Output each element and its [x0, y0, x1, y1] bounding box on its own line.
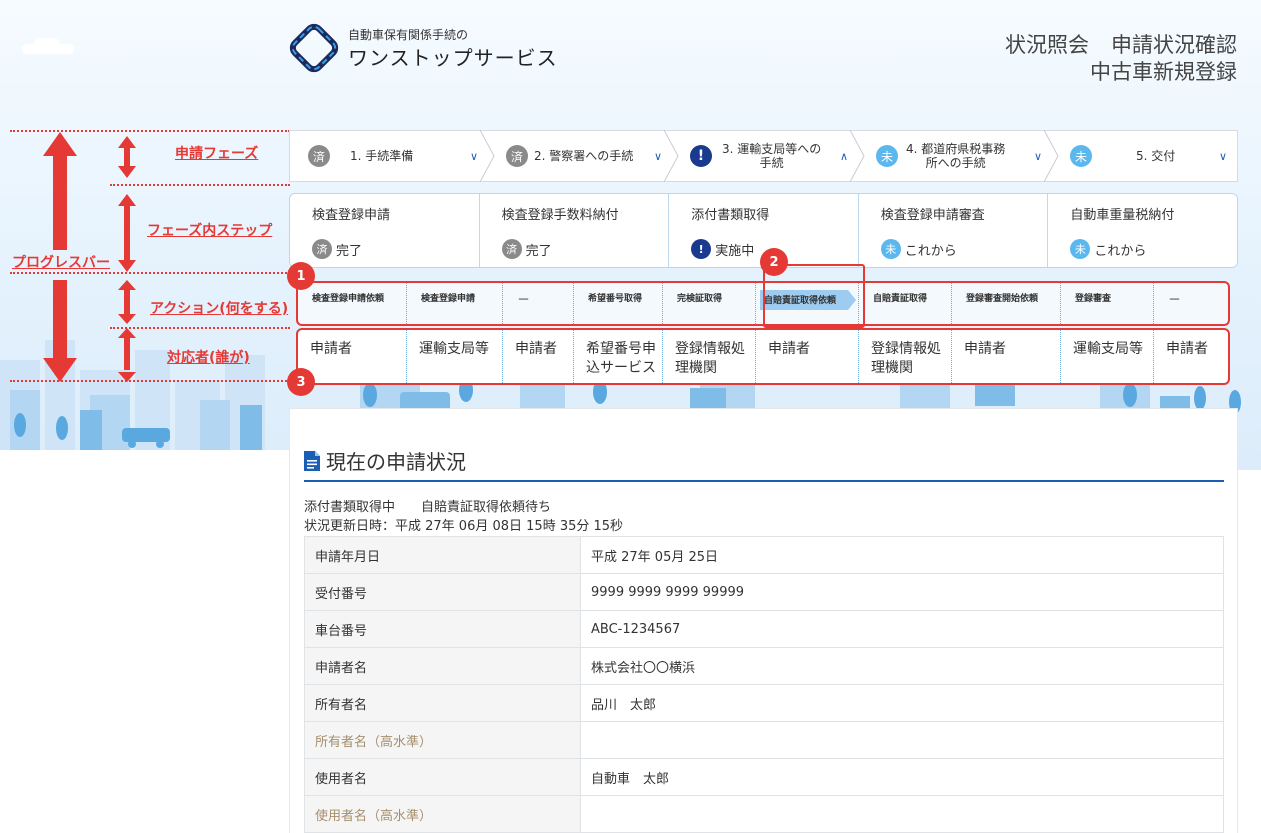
- title-divider: [304, 480, 1224, 482]
- page-title-procedure: 中古車新規登録: [1090, 60, 1237, 84]
- action-cell: 登録審査開始依頼: [952, 283, 1061, 324]
- actor-cell: 申請者: [503, 330, 574, 383]
- done-badge-icon: 済: [501, 239, 522, 259]
- annotation-actor-label: 対応者(誰が): [167, 350, 250, 366]
- actor-cell: 申請者: [1166, 341, 1208, 357]
- logo-title: ワンストップサービス: [348, 46, 558, 70]
- actor-cell: 運輸支局等: [407, 330, 503, 383]
- phase-separator-icon: [1044, 130, 1059, 182]
- action-cell: 登録審査: [1061, 283, 1154, 324]
- chevron-down-icon[interactable]: ∨: [470, 150, 478, 163]
- actor-cell: 申請者: [952, 330, 1061, 383]
- step-item-1: 検査登録申請 済完了: [290, 194, 480, 267]
- phase-label: 3. 運輸支局等への 手続: [722, 142, 822, 170]
- page-title: 状況照会 申請状況確認 中古車新規登録: [1005, 32, 1237, 86]
- annotation-guide-line: [10, 272, 290, 274]
- done-badge-icon: 済: [506, 145, 528, 167]
- annotation-action-label: アクション(何をする): [150, 301, 289, 317]
- table-row: 受付番号 9999 9999 9999 99999: [304, 573, 1224, 611]
- logo-subtitle: 自動車保有関係手続の: [348, 28, 469, 42]
- chevron-down-icon[interactable]: ∨: [1219, 150, 1227, 163]
- done-badge-icon: 済: [308, 145, 330, 167]
- annotation-step-label: フェーズ内ステップ: [147, 223, 273, 239]
- table-row: 使用者名 自動車 太郎: [304, 758, 1224, 796]
- actor-cell: 運輸支局等: [1061, 330, 1154, 383]
- actor-row: 申請者 運輸支局等 申請者 希望番号申 込サービス 登録情報処 理機関 申請者 登録…: [296, 328, 1230, 385]
- action-cell: 検査登録申請依頼: [298, 283, 407, 324]
- phase-item-5[interactable]: 未 5. 交付 ∨: [1052, 131, 1237, 181]
- table-row: 申請年月日 平成 27年 05月 25日: [304, 536, 1224, 574]
- phase-label: 5. 交付: [1136, 149, 1176, 163]
- phase-item-4[interactable]: 未 4. 都道府県税事務 所への手続 ∨: [858, 130, 1059, 182]
- phase-separator-icon: [664, 130, 679, 182]
- actor-cell: 登録情報処 理機関: [859, 330, 952, 383]
- pending-badge-icon: 未: [876, 145, 898, 167]
- page-title-sub: 申請状況確認: [1111, 33, 1237, 57]
- annotation-marker-1: 1: [287, 262, 315, 290]
- annotation-marker-2: 2: [760, 248, 788, 276]
- annotation-progress-label: プログレスバー: [12, 255, 110, 271]
- document-icon: [304, 450, 320, 471]
- phase-bar: 済 1. 手続準備 ∨ 済 2. 警察署への手続 ∨ ! 3. 運輸支局等への手…: [289, 130, 1238, 182]
- phase-label: 4. 都道府県税事務 所への手続: [906, 142, 1006, 170]
- action-cell: 検査登録申請: [407, 283, 503, 324]
- chevron-down-icon[interactable]: ∨: [1034, 150, 1042, 163]
- actor-cell: 登録情報処 理機関: [663, 330, 756, 383]
- actor-cell: 希望番号申 込サービス: [574, 330, 663, 383]
- status-panel-title: 現在の申請状況: [304, 446, 466, 475]
- in-progress-badge-icon: !: [691, 239, 712, 259]
- pending-badge-icon: 未: [1070, 145, 1092, 167]
- pending-badge-icon: 未: [880, 239, 901, 259]
- action-cell: －: [1168, 293, 1182, 308]
- table-row: 申請者名 株式会社〇〇横浜: [304, 647, 1224, 685]
- page-title-main: 状況照会: [1005, 33, 1089, 57]
- annotation-guide-line: [110, 184, 290, 186]
- phase-label: 2. 警察署への手続: [534, 149, 634, 163]
- status-updated-time: 状況更新日時：平成 27年 06月 08日 15時 35分 15秒: [304, 519, 624, 534]
- step-item-5: 自動車重量税納付 未これから: [1048, 194, 1237, 267]
- phase-separator-icon: [850, 130, 865, 182]
- table-row: 所有者名 品川 太郎: [304, 684, 1224, 722]
- actor-cell: 申請者: [298, 330, 407, 383]
- status-panel: 現在の申請状況 添付書類取得中 自賠責証取得依頼待ち 状況更新日時：平成 27年 …: [289, 408, 1238, 833]
- step-item-4: 検査登録申請審査 未これから: [858, 194, 1049, 267]
- table-row: 使用者名（高水準）: [304, 795, 1224, 833]
- in-progress-badge-icon: !: [690, 145, 712, 167]
- table-row: 所有者名（高水準）: [304, 721, 1224, 759]
- done-badge-icon: 済: [312, 239, 332, 259]
- phase-item-3[interactable]: ! 3. 運輸支局等への 手続 ∧: [672, 130, 865, 182]
- phase-label: 1. 手続準備: [350, 149, 414, 163]
- annotation-phase-label: 申請フェーズ: [175, 146, 259, 162]
- chevron-up-icon[interactable]: ∧: [840, 150, 848, 163]
- phase-item-2[interactable]: 済 2. 警察署への手続 ∨: [488, 130, 679, 182]
- table-row: 車台番号 ABC-1234567: [304, 610, 1224, 648]
- annotation-guide-line: [10, 130, 290, 132]
- cloud-decoration: [34, 38, 60, 50]
- action-cell: 希望番号取得: [574, 283, 663, 324]
- pending-badge-icon: 未: [1070, 239, 1091, 259]
- annotation-guide-line: [110, 327, 290, 329]
- chevron-down-icon[interactable]: ∨: [654, 150, 662, 163]
- action-cell: 自賠責証取得: [859, 283, 952, 324]
- action-cell: －: [503, 283, 574, 324]
- annotation-marker-3: 3: [287, 368, 315, 396]
- action-cell: 完検証取得: [663, 283, 756, 324]
- service-logo-icon: [289, 23, 339, 73]
- phase-item-1[interactable]: 済 1. 手続準備 ∨: [290, 130, 495, 182]
- phase-separator-icon: [480, 130, 495, 182]
- annotation-guide-line: [10, 380, 290, 382]
- step-item-2: 検査登録手数料納付 済完了: [479, 194, 670, 267]
- current-status-text: 添付書類取得中 自賠責証取得依頼待ち: [304, 500, 552, 515]
- actor-cell: 申請者: [756, 330, 859, 383]
- application-info-table: 申請年月日 平成 27年 05月 25日 受付番号 9999 9999 9999 9…: [304, 536, 1224, 833]
